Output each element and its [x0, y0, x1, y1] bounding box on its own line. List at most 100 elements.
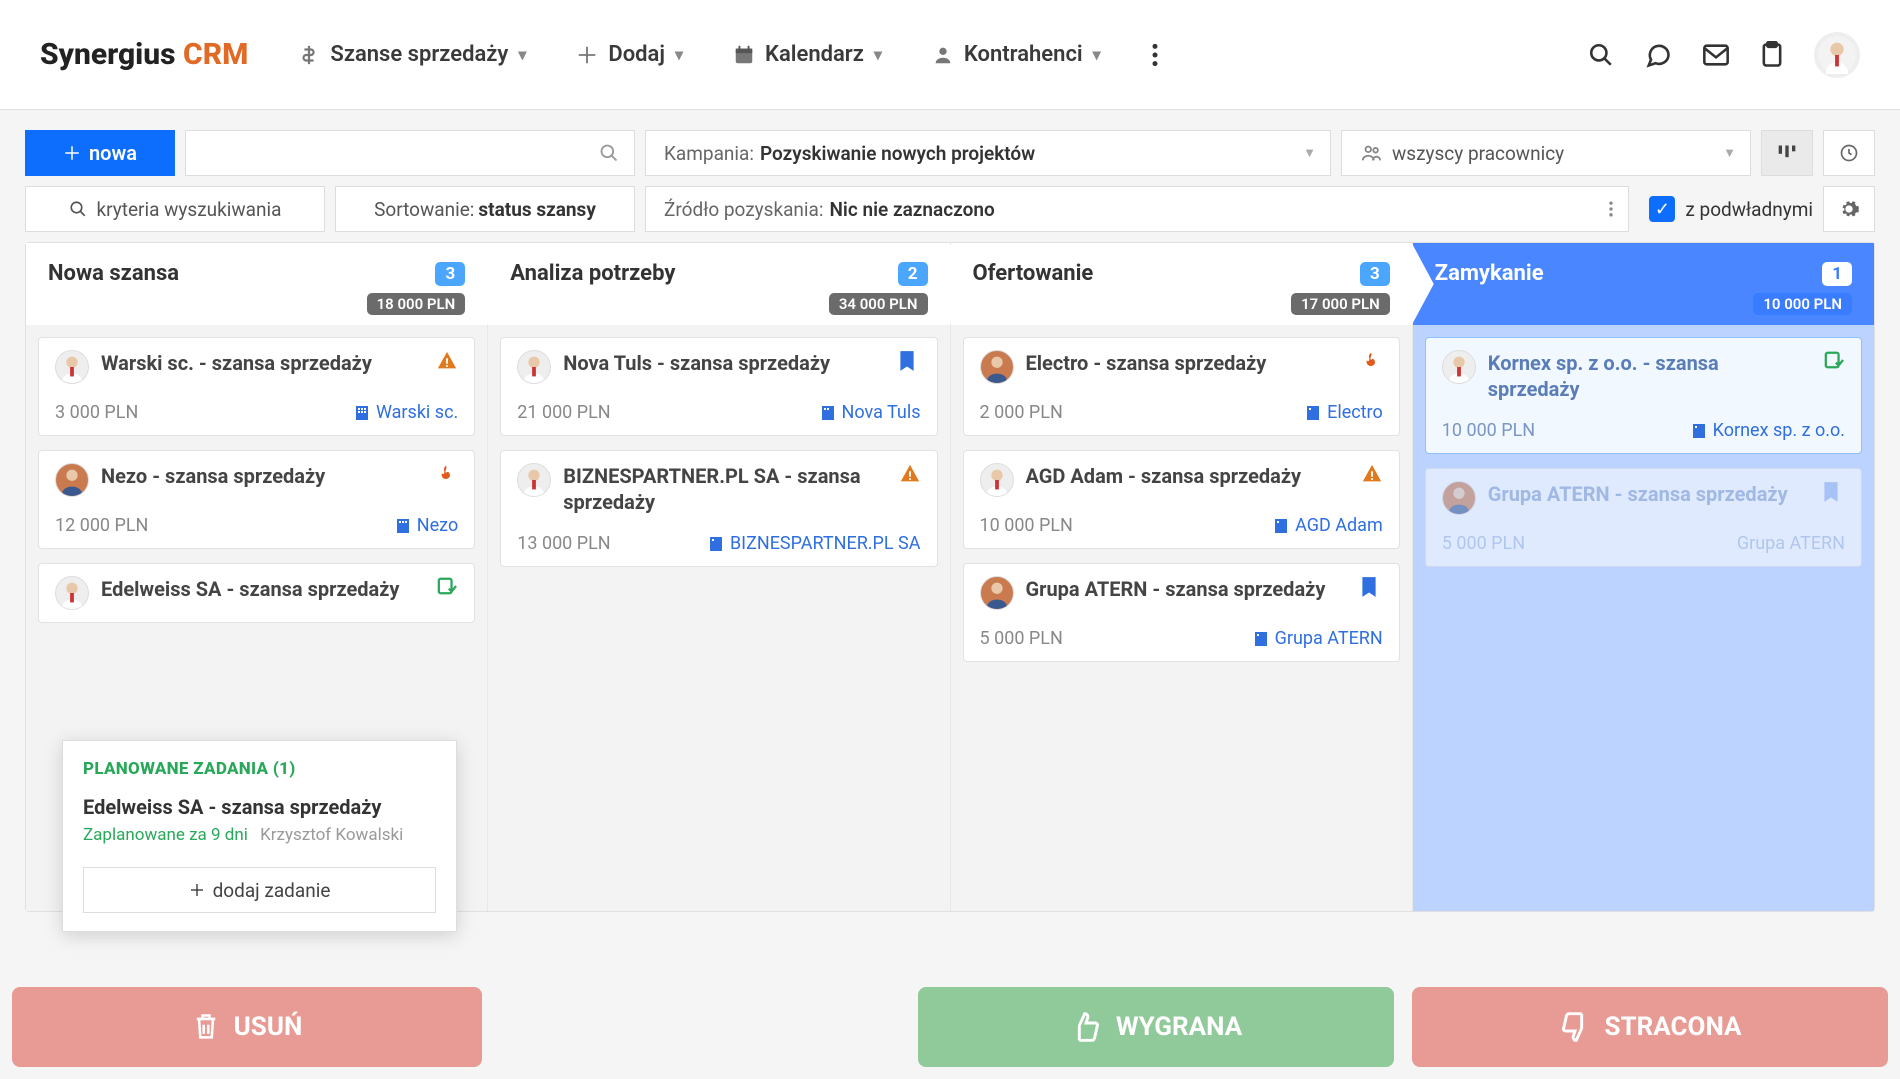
- opportunity-card-ghost[interactable]: Grupa ATERN - szansa sprzedaży 5 000 PLN…: [1425, 468, 1862, 567]
- opportunity-card[interactable]: Nezo - szansa sprzedaży 12 000 PLN Nezo: [38, 450, 475, 549]
- nav-dodaj-label: Dodaj: [608, 42, 665, 67]
- card-company: Nezo: [417, 515, 458, 536]
- card-company-link[interactable]: BIZNESPARTNER.PL SA: [708, 533, 921, 554]
- topbar-left: Synergius CRM Szanse sprzedaży ▾ Dodaj ▾…: [40, 37, 1159, 72]
- card-title: Grupa ATERN - szansa sprzedaży: [1488, 481, 1811, 507]
- kampania-select[interactable]: Kampania: Pozyskiwanie nowych projektów …: [645, 130, 1331, 176]
- column-sum-badge: 18 000 PLN: [367, 293, 466, 315]
- caret-down-icon: ▼: [1723, 145, 1736, 161]
- card-amount: 10 000 PLN: [980, 515, 1073, 536]
- card-company: Warski sc.: [376, 402, 458, 423]
- opportunity-card[interactable]: BIZNESPARTNER.PL SA - szansa sprzedaży 1…: [500, 450, 937, 567]
- bookmark-icon: [1823, 481, 1845, 503]
- card-company: Grupa ATERN: [1275, 628, 1383, 649]
- chat-icon[interactable]: [1644, 41, 1672, 69]
- card-amount: 10 000 PLN: [1442, 420, 1535, 441]
- zrodlo-select[interactable]: Źródło pozyskania: Nic nie zaznaczono: [645, 186, 1629, 232]
- chevron-down-icon: ▾: [518, 45, 526, 64]
- card-title: Electro - szansa sprzedaży: [1026, 350, 1349, 376]
- warning-icon: [899, 463, 921, 485]
- opportunity-card[interactable]: Nova Tuls - szansa sprzedaży 21 000 PLN …: [500, 337, 937, 436]
- building-icon: [708, 536, 724, 552]
- opportunity-card[interactable]: Kornex sp. z o.o. - szansa sprzedaży 10 …: [1425, 337, 1862, 454]
- nav-szanse[interactable]: Szanse sprzedaży ▾: [298, 42, 526, 68]
- new-button[interactable]: nowa: [25, 130, 175, 176]
- column-count-badge: 3: [1360, 262, 1390, 286]
- search-icon: [69, 200, 87, 218]
- view-kanban-button[interactable]: [1761, 130, 1813, 176]
- card-company: Kornex sp. z o.o.: [1713, 420, 1845, 441]
- card-company: BIZNESPARTNER.PL SA: [730, 533, 921, 554]
- building-icon: [1253, 631, 1269, 647]
- add-task-button[interactable]: dodaj zadanie: [83, 867, 436, 913]
- opportunity-card[interactable]: Electro - szansa sprzedaży 2 000 PLN Ele…: [963, 337, 1400, 436]
- nav-kontrahenci[interactable]: Kontrahenci ▾: [932, 42, 1101, 67]
- plus-icon: [576, 44, 598, 66]
- view-history-button[interactable]: [1823, 130, 1875, 176]
- chevron-down-icon: ▾: [1093, 45, 1101, 64]
- card-company-link[interactable]: AGD Adam: [1273, 515, 1383, 536]
- building-icon: [354, 405, 370, 421]
- lost-button[interactable]: STRACONA: [1412, 987, 1888, 1067]
- card-company-link[interactable]: Nezo: [395, 515, 458, 536]
- card-title: Edelweiss SA - szansa sprzedaży: [101, 576, 424, 602]
- opportunity-card[interactable]: Grupa ATERN - szansa sprzedaży 5 000 PLN…: [963, 563, 1400, 662]
- card-title: BIZNESPARTNER.PL SA - szansa sprzedaży: [563, 463, 886, 515]
- trash-icon: [192, 1012, 220, 1042]
- more-icon: [1608, 199, 1614, 219]
- card-company: Nova Tuls: [842, 402, 921, 423]
- card-company-link[interactable]: Kornex sp. z o.o.: [1691, 420, 1845, 441]
- card-amount: 21 000 PLN: [517, 402, 610, 423]
- more-menu[interactable]: [1151, 42, 1159, 68]
- fire-icon: [436, 463, 458, 485]
- avatar-icon: [1442, 481, 1476, 515]
- search-icon: [599, 143, 619, 163]
- opportunity-card[interactable]: AGD Adam - szansa sprzedaży 10 000 PLN A…: [963, 450, 1400, 549]
- nav-kalendarz[interactable]: Kalendarz ▾: [733, 42, 882, 67]
- mail-icon[interactable]: [1702, 43, 1730, 67]
- card-company: Grupa ATERN: [1737, 533, 1845, 554]
- popup-header: PLANOWANE ZADANIA (1): [83, 759, 436, 779]
- avatar-icon: [980, 463, 1014, 497]
- popup-title: Edelweiss SA - szansa sprzedaży: [83, 795, 436, 819]
- criteria-button[interactable]: kryteria wyszukiwania: [25, 186, 325, 232]
- avatar-icon: [1442, 350, 1476, 384]
- delete-button[interactable]: USUŃ: [12, 987, 482, 1067]
- card-company-link[interactable]: Warski sc.: [354, 402, 458, 423]
- user-icon: [932, 44, 954, 66]
- opportunity-card[interactable]: Edelweiss SA - szansa sprzedaży: [38, 563, 475, 623]
- card-company-link[interactable]: Nova Tuls: [820, 402, 921, 423]
- sort-button[interactable]: Sortowanie: status szansy: [335, 186, 635, 232]
- brand-logo: Synergius CRM: [40, 37, 248, 72]
- card-title: AGD Adam - szansa sprzedaży: [1026, 463, 1349, 489]
- column-sum-badge: 17 000 PLN: [1291, 293, 1390, 315]
- building-icon: [1273, 518, 1289, 534]
- clipboard-icon[interactable]: [1760, 41, 1784, 69]
- pracownicy-select[interactable]: wszyscy pracownicy ▼: [1341, 130, 1751, 176]
- user-avatar[interactable]: [1814, 32, 1860, 78]
- column-count-badge: 1: [1822, 262, 1852, 286]
- search-input[interactable]: [185, 130, 635, 176]
- building-icon: [1691, 423, 1707, 439]
- nav-dodaj[interactable]: Dodaj ▾: [576, 42, 683, 67]
- kampania-label: Kampania:: [664, 142, 754, 165]
- card-title: Nezo - szansa sprzedaży: [101, 463, 424, 489]
- card-amount: 2 000 PLN: [980, 402, 1063, 423]
- card-company-link[interactable]: Grupa ATERN: [1253, 628, 1383, 649]
- avatar-icon: [980, 350, 1014, 384]
- settings-button[interactable]: [1823, 186, 1875, 232]
- column-title: Analiza potrzeby: [510, 261, 675, 286]
- card-company: Electro: [1327, 402, 1383, 423]
- column-title: Ofertowanie: [973, 261, 1094, 286]
- column-analiza: Analiza potrzeby 2 34 000 PLN Nova Tuls …: [488, 243, 950, 911]
- checkbox-checked-icon: ✓: [1649, 196, 1675, 222]
- card-title: Nova Tuls - szansa sprzedaży: [563, 350, 886, 376]
- column-sum-badge: 10 000 PLN: [1753, 293, 1852, 315]
- thumbs-up-icon: [1070, 1011, 1102, 1043]
- opportunity-card[interactable]: Warski sc. - szansa sprzedaży 3 000 PLN …: [38, 337, 475, 436]
- won-button[interactable]: WYGRANA: [918, 987, 1394, 1067]
- thumbs-down-icon: [1559, 1011, 1591, 1043]
- podwladni-checkbox[interactable]: ✓ z podwładnymi: [1639, 186, 1813, 232]
- search-icon[interactable]: [1588, 42, 1614, 68]
- card-company-link[interactable]: Electro: [1305, 402, 1383, 423]
